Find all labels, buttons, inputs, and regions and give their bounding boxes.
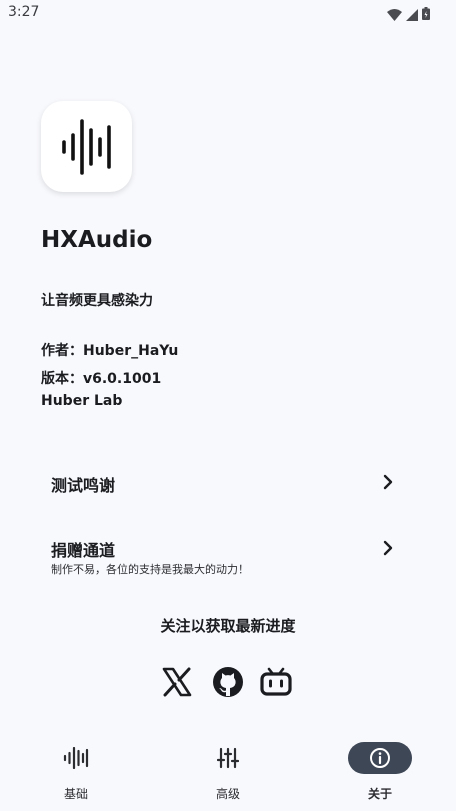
nav-label: 关于 — [367, 787, 392, 801]
chevron-right-icon — [383, 474, 393, 490]
version-line: 版本：v6.0.1001 — [41, 368, 161, 388]
nav-pill-active — [348, 742, 412, 774]
github-icon — [213, 667, 243, 697]
nav-item-advanced[interactable]: 高级 — [178, 731, 278, 811]
status-bar: 3:27 — [0, 0, 456, 26]
author-line: 作者：Huber_HaYu — [41, 340, 178, 360]
donate-subtitle: 制作不易，各位的支持是我最大的动力！ — [51, 563, 249, 576]
bilibili-link[interactable] — [259, 665, 293, 699]
version-value: v6.0.1001 — [83, 371, 162, 387]
signal-icon — [406, 6, 418, 21]
bilibili-icon — [260, 667, 292, 696]
nav-item-about[interactable]: 关于 — [330, 731, 430, 811]
thanks-item[interactable]: 测试鸣谢 — [36, 460, 416, 504]
author-value: Huber_HaYu — [83, 343, 179, 359]
x-twitter-icon — [162, 667, 192, 697]
sliders-icon — [217, 747, 239, 769]
donate-item[interactable]: 捐赠通道 制作不易，各位的支持是我最大的动力！ — [36, 526, 416, 582]
waveform-logo-icon — [61, 118, 111, 175]
app-logo — [41, 101, 132, 192]
nav-pill — [196, 742, 260, 774]
lab-name: Huber Lab — [41, 393, 123, 409]
chevron-right-icon — [383, 540, 393, 556]
status-time: 3:27 — [8, 4, 40, 20]
thanks-title: 测试鸣谢 — [51, 476, 116, 495]
donate-title: 捐赠通道 — [51, 541, 116, 560]
nav-item-basic[interactable]: 基础 — [26, 731, 126, 811]
nav-label: 高级 — [215, 787, 240, 801]
github-link[interactable] — [211, 665, 245, 699]
version-label: 版本： — [41, 371, 83, 387]
x-twitter-link[interactable] — [160, 665, 194, 699]
app-name: HXAudio — [41, 227, 153, 253]
info-icon — [370, 748, 390, 768]
author-label: 作者： — [41, 343, 83, 359]
nav-label: 基础 — [63, 787, 88, 801]
nav-pill — [44, 742, 108, 774]
waveform-icon — [63, 747, 89, 769]
bottom-navigation: 基础 高级 关于 — [0, 731, 456, 811]
battery-charging-icon — [422, 5, 430, 20]
follow-title: 关注以获取最新进度 — [160, 617, 296, 635]
wifi-icon — [387, 6, 402, 21]
status-icons — [387, 5, 430, 21]
app-slogan: 让音频更具感染力 — [41, 293, 153, 309]
